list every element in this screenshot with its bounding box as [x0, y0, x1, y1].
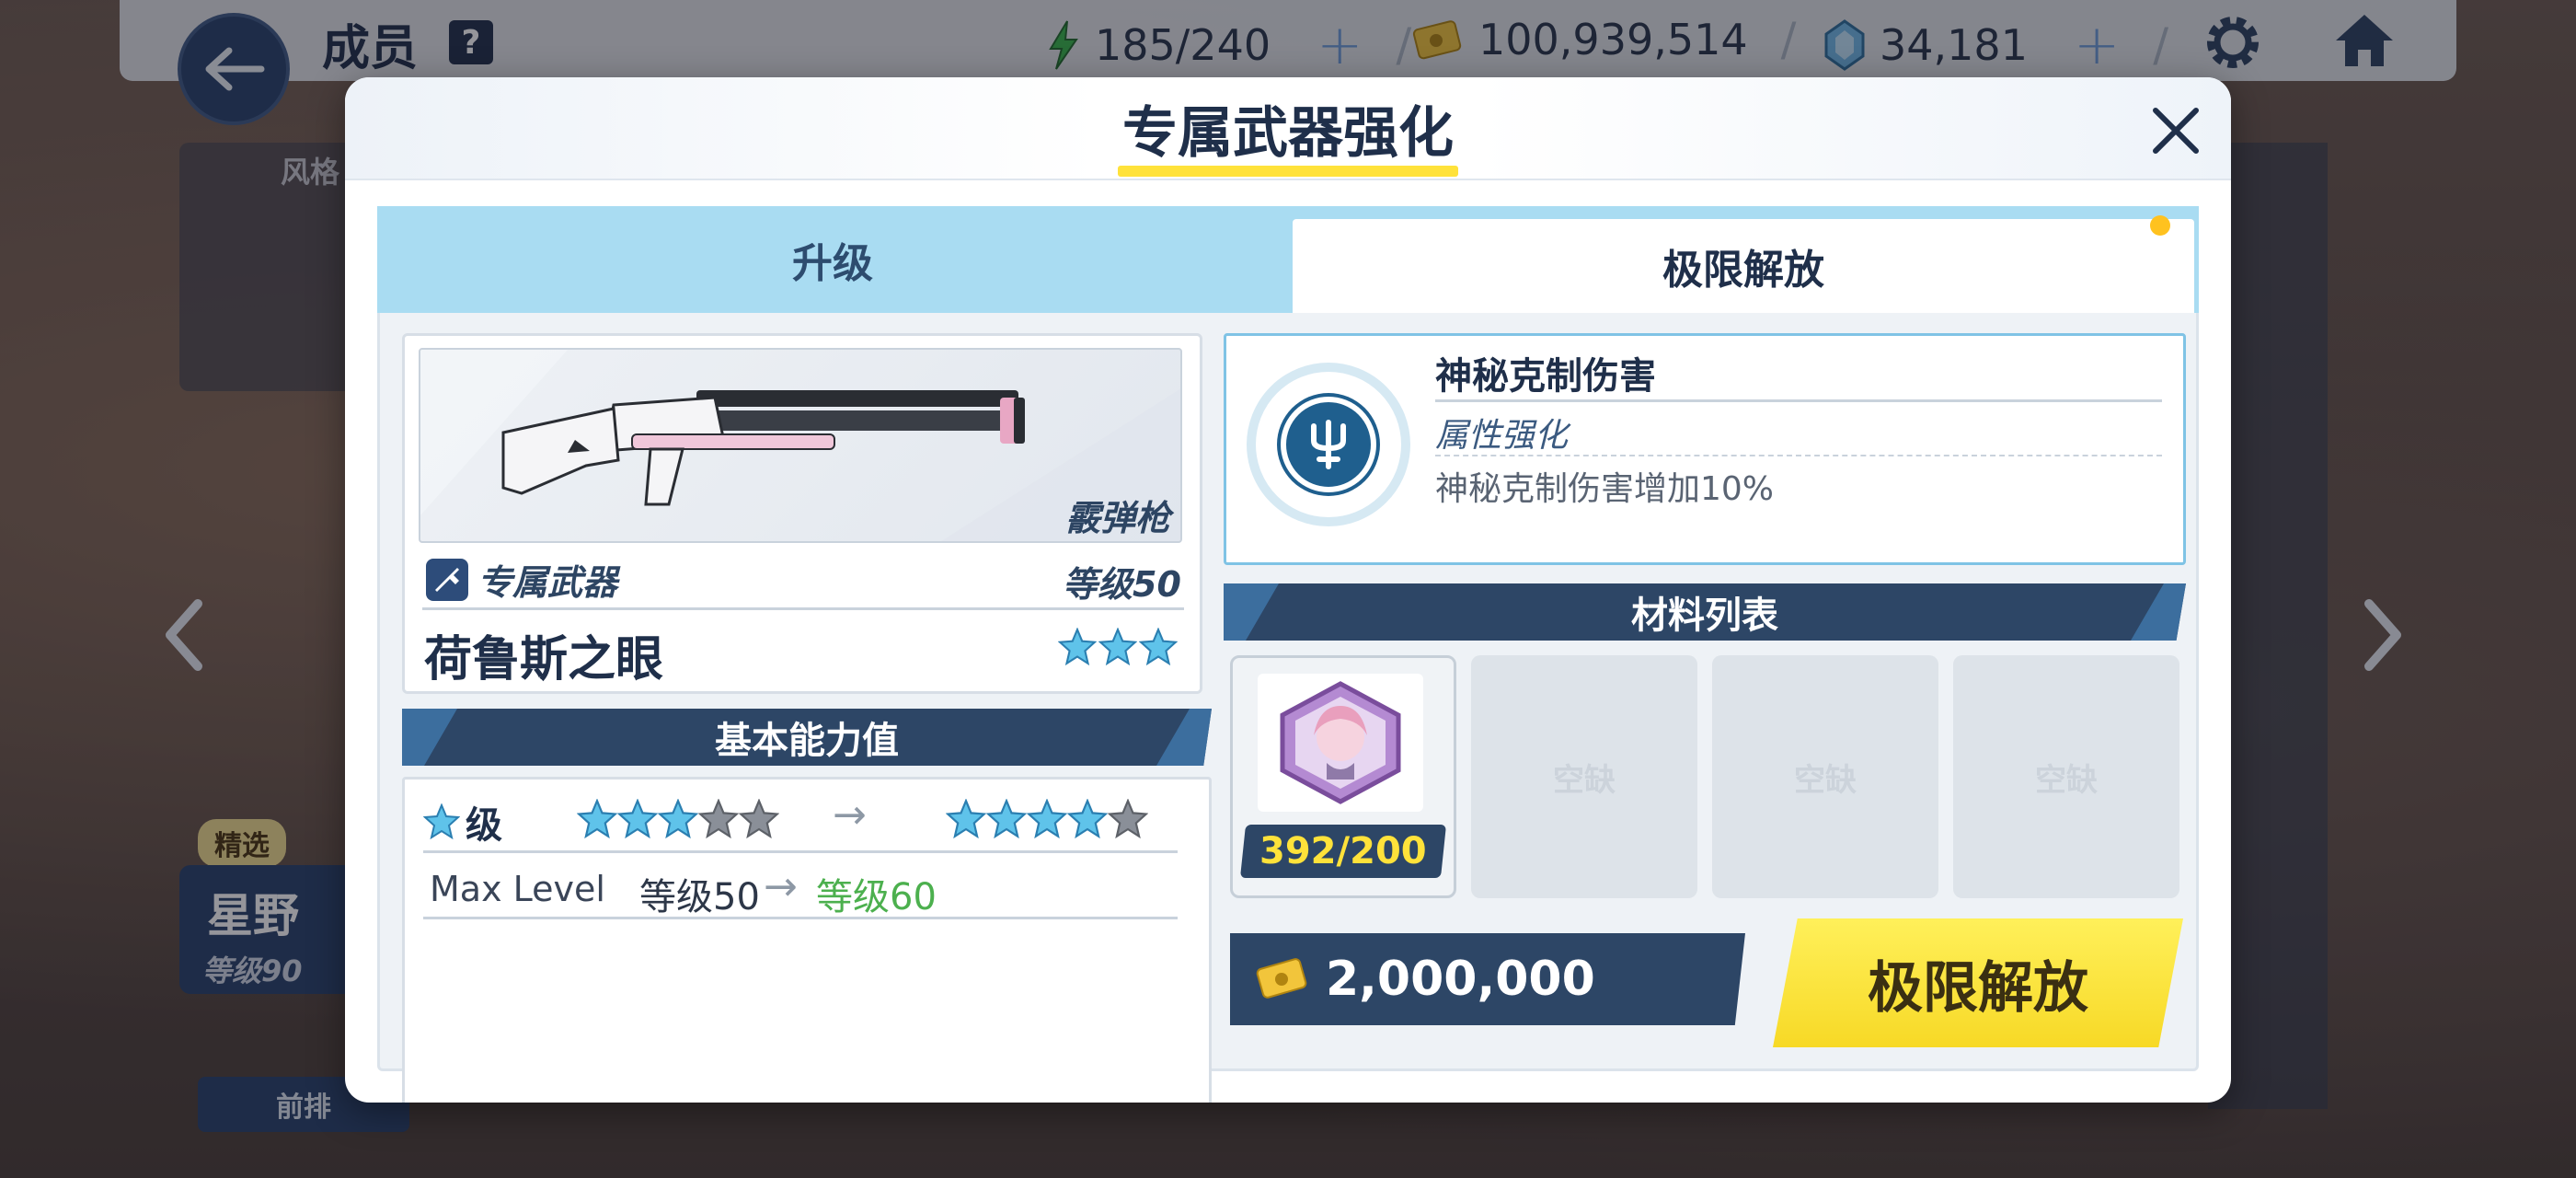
max-level-current: 等级50 [639, 876, 760, 918]
materials-title: 材料列表 [1631, 595, 1778, 637]
star-filled-icon [617, 799, 658, 839]
next-star-rating [946, 799, 1148, 839]
max-level-next: 等级60 [816, 876, 937, 918]
materials-banner: 材料列表 [1224, 583, 2186, 641]
star-icon [423, 803, 460, 840]
star-empty-icon [698, 799, 739, 839]
material-count: 392/200 [1259, 830, 1427, 872]
star-filled-icon [658, 799, 698, 839]
star-empty-icon [1108, 799, 1148, 839]
weapon-star-rating [1058, 628, 1178, 666]
star-filled-icon [577, 799, 617, 839]
star-filled-icon [946, 799, 986, 839]
material-slot-empty: 空缺 [1712, 655, 1938, 898]
notification-dot [2150, 215, 2170, 236]
close-button[interactable] [2139, 94, 2213, 167]
arrow-right-icon: → [764, 863, 798, 910]
material-count-badge: 392/200 [1239, 825, 1447, 878]
student-eleph-icon [1258, 674, 1423, 812]
divider [422, 607, 1184, 610]
trident-icon [1281, 397, 1376, 492]
exclusive-weapon-text: 专属武器 [477, 562, 618, 603]
star-filled-icon [1139, 628, 1178, 666]
max-level-label: Max Level [430, 869, 605, 909]
weapon-name: 荷鲁斯之眼 [424, 632, 664, 687]
star-filled-icon [1067, 799, 1108, 839]
weapon-type: 霰弹枪 [1065, 498, 1171, 538]
star-filled-icon [1058, 628, 1097, 666]
effect-title: 神秘克制伤害 [1435, 355, 1656, 398]
effect-description: 神秘克制伤害增加10% [1435, 470, 1775, 508]
cost-value: 2,000,000 [1326, 952, 1595, 1007]
exclusive-weapon-label: 专属武器 [426, 554, 617, 605]
base-stats-title: 基本能力值 [715, 720, 899, 762]
star-empty-icon [739, 799, 779, 839]
tab-limit-break[interactable]: 极限解放 [1293, 219, 2194, 313]
dialog-title: 专属武器强化 [1122, 101, 1454, 166]
star-filled-icon [986, 799, 1027, 839]
effect-category: 属性强化 [1435, 417, 1569, 455]
divider [423, 850, 1178, 853]
title-underline [1118, 166, 1458, 177]
base-stats-banner: 基本能力值 [402, 709, 1212, 766]
cost-display: 2,000,000 [1230, 933, 1745, 1025]
divider [423, 917, 1178, 919]
star-grade-label: 级 [423, 795, 502, 849]
limit-break-button[interactable]: 极限解放 [1773, 918, 2183, 1047]
material-slot-empty: 空缺 [1471, 655, 1697, 898]
credit-card-icon [1256, 958, 1307, 999]
close-icon [2153, 108, 2199, 154]
divider [1435, 399, 2162, 402]
arrow-right-icon: → [833, 791, 867, 838]
material-slot-empty: 空缺 [1953, 655, 2179, 898]
star-filled-icon [1098, 628, 1137, 666]
star-grade-text: 级 [466, 804, 502, 847]
weapon-enhance-dialog: 专属武器强化 升级 极限解放 霰弹枪 专属武器 等级50 荷鲁斯之眼 基本能力值… [345, 77, 2231, 1103]
current-star-rating [577, 799, 779, 839]
tab-upgrade[interactable]: 升级 [377, 206, 1288, 313]
effect-icon-frame [1247, 363, 1410, 526]
weapon-icon [426, 558, 468, 601]
divider [1435, 455, 2162, 456]
star-filled-icon [1027, 799, 1067, 839]
weapon-level: 等级50 [1063, 564, 1181, 605]
